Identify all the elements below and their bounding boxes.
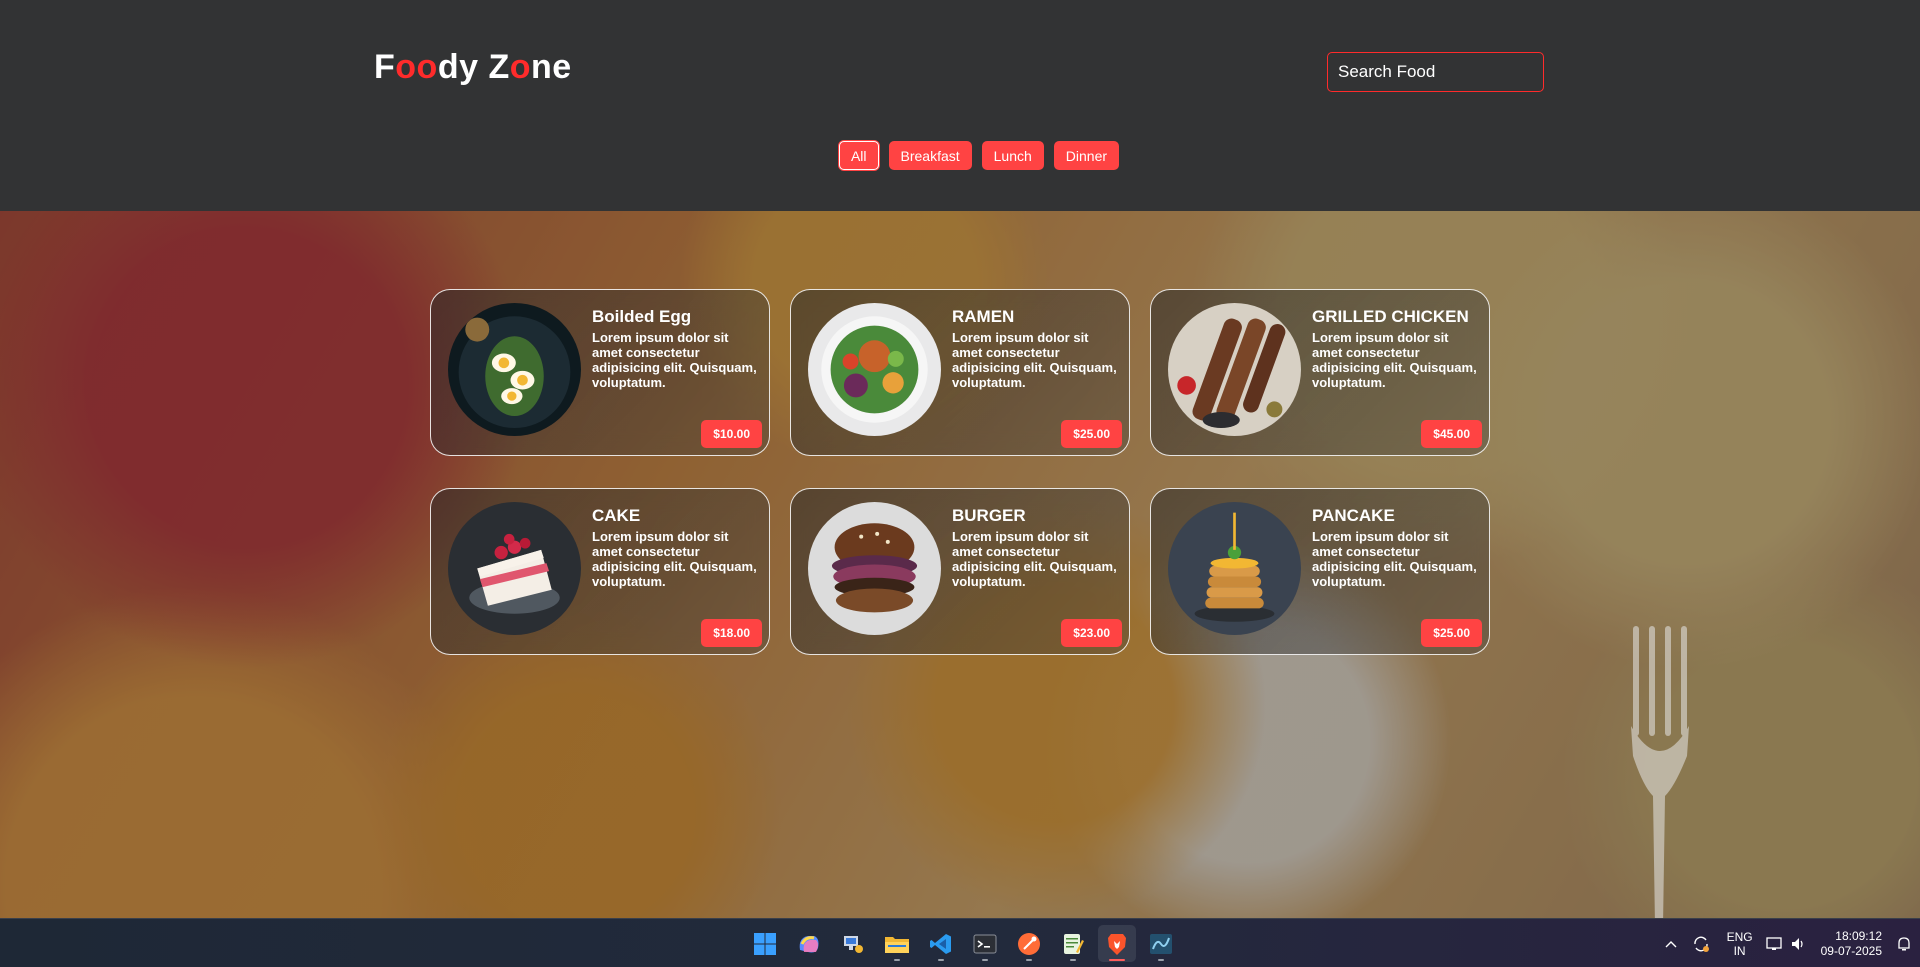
food-name: RAMEN bbox=[952, 307, 1015, 326]
price-button[interactable]: $25.00 bbox=[1421, 619, 1482, 647]
food-description: Lorem ipsum dolor sit amet consectetur a… bbox=[1312, 330, 1477, 390]
app-header: Foody Zone All Breakfast Lunch Dinner bbox=[0, 0, 1920, 211]
filter-all-button[interactable]: All bbox=[838, 141, 879, 170]
brave-browser-icon[interactable] bbox=[1098, 925, 1136, 962]
food-description: Lorem ipsum dolor sit amet consectetur a… bbox=[592, 529, 757, 589]
file-explorer-icon[interactable] bbox=[878, 925, 916, 962]
network-icon[interactable] bbox=[1763, 936, 1787, 952]
price-button[interactable]: $18.00 bbox=[701, 619, 762, 647]
terminal-icon[interactable] bbox=[966, 925, 1004, 962]
food-card[interactable]: RAMEN Lorem ipsum dolor sit amet consect… bbox=[790, 289, 1130, 456]
filter-bar: All Breakfast Lunch Dinner bbox=[0, 141, 1920, 170]
mysql-workbench-icon[interactable] bbox=[1142, 925, 1180, 962]
food-section: Boilded Egg Lorem ipsum dolor sit amet c… bbox=[0, 211, 1920, 918]
notepad-icon[interactable] bbox=[1054, 925, 1092, 962]
system-tray: ENG IN 18:09:12 09-07-2025 bbox=[1657, 919, 1920, 967]
app-indicator bbox=[1070, 959, 1076, 961]
app-indicator bbox=[982, 959, 988, 961]
food-name: GRILLED CHICKEN bbox=[1312, 307, 1469, 326]
food-name: CAKE bbox=[592, 506, 641, 525]
app-indicator bbox=[1109, 959, 1125, 961]
food-card[interactable]: PANCAKE Lorem ipsum dolor sit amet conse… bbox=[1150, 488, 1490, 655]
volume-icon[interactable] bbox=[1787, 936, 1811, 952]
vscode-icon[interactable] bbox=[922, 925, 960, 962]
food-card[interactable]: CAKE Lorem ipsum dolor sit amet consecte… bbox=[430, 488, 770, 655]
app-indicator bbox=[1158, 959, 1164, 961]
food-card[interactable]: GRILLED CHICKEN Lorem ipsum dolor sit am… bbox=[1150, 289, 1490, 456]
chevron-up-icon[interactable] bbox=[1657, 940, 1685, 948]
windows-start-icon[interactable] bbox=[746, 925, 784, 962]
food-description: Lorem ipsum dolor sit amet consectetur a… bbox=[592, 330, 757, 390]
food-card[interactable]: BURGER Lorem ipsum dolor sit amet consec… bbox=[790, 488, 1130, 655]
grilled-chicken-image bbox=[1168, 303, 1301, 436]
price-button[interactable]: $23.00 bbox=[1061, 619, 1122, 647]
food-card[interactable]: Boilded Egg Lorem ipsum dolor sit amet c… bbox=[430, 289, 770, 456]
network-tool-icon[interactable] bbox=[834, 925, 872, 962]
price-button[interactable]: $25.00 bbox=[1061, 420, 1122, 448]
food-name: BURGER bbox=[952, 506, 1026, 525]
logo-part-4: o bbox=[509, 48, 532, 86]
sync-icon[interactable] bbox=[1685, 934, 1717, 954]
postman-icon[interactable] bbox=[1010, 925, 1048, 962]
language-region: IN bbox=[1733, 943, 1746, 958]
clock-time: 18:09:12 bbox=[1835, 928, 1882, 943]
food-name: Boilded Egg bbox=[592, 307, 692, 326]
windows-taskbar: ENG IN 18:09:12 09-07-2025 bbox=[0, 918, 1920, 967]
logo: Foody Zone bbox=[374, 48, 572, 87]
boiled-egg-image bbox=[448, 303, 581, 436]
logo-part-1: F bbox=[374, 48, 396, 86]
clock[interactable]: 18:09:12 09-07-2025 bbox=[1821, 929, 1882, 959]
search-input[interactable] bbox=[1327, 52, 1544, 92]
burger-image bbox=[808, 502, 941, 635]
language-code: ENG bbox=[1726, 929, 1753, 944]
price-button[interactable]: $45.00 bbox=[1421, 420, 1482, 448]
filter-dinner-button[interactable]: Dinner bbox=[1053, 141, 1120, 170]
food-name: PANCAKE bbox=[1312, 506, 1395, 525]
pancake-image bbox=[1168, 502, 1301, 635]
price-button[interactable]: $10.00 bbox=[701, 420, 762, 448]
app-indicator bbox=[938, 959, 944, 961]
logo-part-2: oo bbox=[395, 48, 438, 86]
clock-date: 09-07-2025 bbox=[1820, 943, 1882, 958]
fork-background-image bbox=[1631, 626, 1689, 918]
ramen-image bbox=[808, 303, 941, 436]
filter-lunch-button[interactable]: Lunch bbox=[981, 141, 1044, 170]
notification-icon[interactable] bbox=[1894, 936, 1914, 952]
food-description: Lorem ipsum dolor sit amet consectetur a… bbox=[952, 330, 1117, 390]
food-description: Lorem ipsum dolor sit amet consectetur a… bbox=[1312, 529, 1477, 589]
filter-breakfast-button[interactable]: Breakfast bbox=[888, 141, 972, 170]
copilot-icon[interactable] bbox=[790, 925, 828, 962]
app-indicator bbox=[894, 959, 900, 961]
app-indicator bbox=[1026, 959, 1032, 961]
food-grid: Boilded Egg Lorem ipsum dolor sit amet c… bbox=[430, 289, 1491, 655]
taskbar-apps bbox=[746, 925, 1180, 962]
logo-part-5: ne bbox=[531, 48, 572, 86]
food-description: Lorem ipsum dolor sit amet consectetur a… bbox=[952, 529, 1117, 589]
cake-image bbox=[448, 502, 581, 635]
language-indicator[interactable]: ENG IN bbox=[1727, 930, 1753, 958]
logo-part-3: dy Z bbox=[437, 48, 510, 86]
